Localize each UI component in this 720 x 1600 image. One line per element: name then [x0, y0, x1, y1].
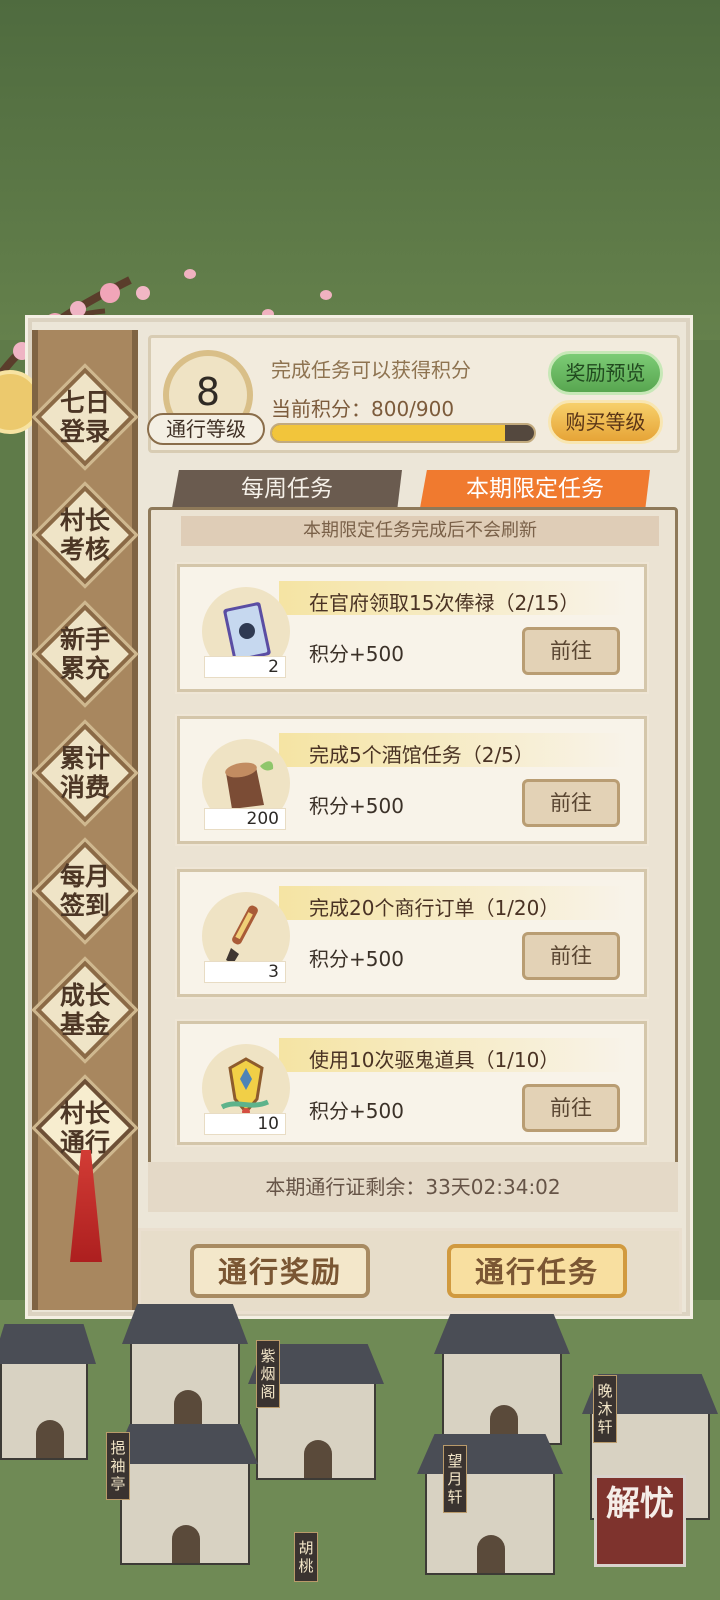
reward-count: 10 — [204, 1113, 286, 1135]
town-sign: 胡桃 — [294, 1532, 318, 1582]
sidebar-item-label: 每月 签到 — [59, 862, 110, 920]
sidebar-item-label: 七日 登录 — [59, 388, 110, 446]
town-sign: 紫烟阁 — [256, 1340, 280, 1408]
task-score: 积分+500 — [309, 947, 404, 971]
house-door — [174, 1390, 203, 1428]
house-roof — [434, 1314, 570, 1354]
house-roof — [417, 1434, 563, 1474]
town-sign: 望月轩 — [443, 1445, 467, 1513]
task-title: 完成5个酒馆任务（2/5） — [309, 743, 534, 767]
sidebar-item-label: 村长 考核 — [59, 506, 110, 564]
reward-count: 3 — [204, 961, 286, 983]
limited-task-notice: 本期限定任务完成后不会刷新 — [181, 516, 659, 546]
task-score: 积分+500 — [309, 642, 404, 666]
petal-decoration — [184, 269, 196, 279]
task-card: 200 完成5个酒馆任务（2/5） 积分+500 前往 — [177, 716, 647, 844]
house-door — [477, 1535, 506, 1573]
house-roof — [112, 1424, 258, 1464]
house-roof — [122, 1304, 248, 1344]
reward-count: 200 — [204, 808, 286, 830]
petal-decoration — [320, 290, 332, 300]
reward-preview-button[interactable]: 奖励预览 — [548, 351, 663, 395]
task-card: 3 完成20个商行订单（1/20） 积分+500 前往 — [177, 869, 647, 997]
pass-timer: 本期通行证剩余：33天02:34:02 — [148, 1162, 678, 1212]
task-card: 2 在官府领取15次俸禄（2/15） 积分+500 前往 — [177, 564, 647, 692]
task-score: 积分+500 — [309, 1099, 404, 1123]
score-progress-bar — [270, 423, 536, 443]
town-house — [122, 1304, 248, 1430]
house-door — [304, 1440, 333, 1478]
town-house — [112, 1424, 258, 1565]
task-title: 完成20个商行订单（1/20） — [309, 896, 560, 920]
reward-count: 2 — [204, 656, 286, 678]
house-roof — [0, 1324, 96, 1364]
sidebar-item-label: 新手 累充 — [59, 625, 110, 683]
sidebar-item-label: 成长 基金 — [59, 981, 110, 1039]
level-label: 通行等级 — [147, 413, 265, 445]
task-title: 使用10次驱鬼道具（1/10） — [309, 1048, 560, 1072]
house-door — [172, 1525, 201, 1563]
header-tip: 完成任务可以获得积分 — [271, 358, 471, 382]
tab-limited-tasks[interactable]: 本期限定任务 — [420, 470, 650, 508]
task-card: 10 使用10次驱鬼道具（1/10） 积分+500 前往 — [177, 1021, 647, 1145]
sidebar-item-monthly-signin[interactable]: 每月 签到 — [35, 841, 135, 941]
sidebar-item-village-assessment[interactable]: 村长 考核 — [35, 485, 135, 585]
buy-level-button[interactable]: 购买等级 — [548, 400, 663, 444]
pass-rewards-button[interactable]: 通行奖励 — [190, 1244, 370, 1298]
house-door — [35, 1420, 64, 1458]
task-score: 积分+500 — [309, 794, 404, 818]
town-house — [0, 1324, 96, 1460]
town-house — [434, 1314, 570, 1445]
level-number: 8 — [195, 370, 221, 414]
sidebar-item-label: 村长 通行 — [59, 1099, 110, 1157]
go-button[interactable]: 前往 — [522, 932, 620, 980]
sidebar-item-seven-day-login[interactable]: 七日 登录 — [35, 367, 135, 467]
go-button[interactable]: 前往 — [522, 627, 620, 675]
task-title: 在官府领取15次俸禄（2/15） — [309, 591, 580, 615]
town-sign: 挹袖亭 — [106, 1432, 130, 1500]
sidebar-item-label: 累计 消费 — [59, 744, 110, 802]
pass-tasks-button[interactable]: 通行任务 — [447, 1244, 627, 1298]
tab-weekly-tasks[interactable]: 每周任务 — [172, 470, 402, 508]
town-sign: 晚沐轩 — [593, 1375, 617, 1443]
sidebar-item-newbie-recharge[interactable]: 新手 累充 — [35, 604, 135, 704]
go-button[interactable]: 前往 — [522, 1084, 620, 1132]
score-progress-fill — [272, 425, 505, 441]
current-score-label: 当前积分：800/900 — [271, 397, 455, 421]
sidebar-item-total-spending[interactable]: 累计 消费 — [35, 723, 135, 823]
go-button[interactable]: 前往 — [522, 779, 620, 827]
stamp-button[interactable]: 解忧 — [594, 1475, 686, 1567]
sidebar-item-growth-fund[interactable]: 成长 基金 — [35, 960, 135, 1060]
